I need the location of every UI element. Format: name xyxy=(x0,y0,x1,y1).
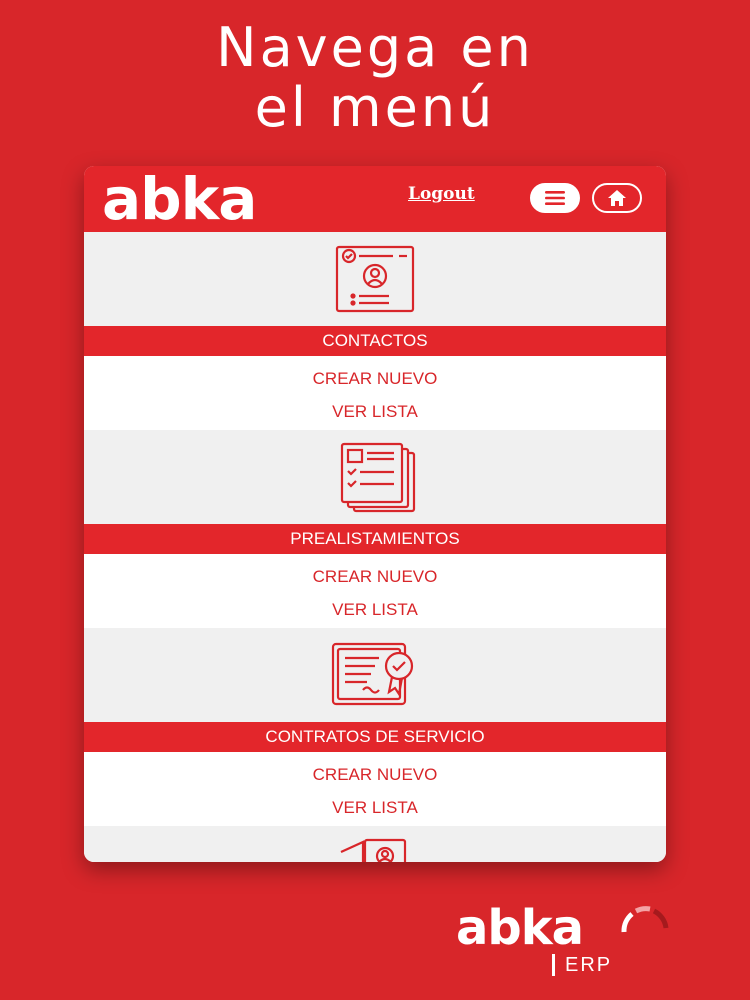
section-icon-band-partial xyxy=(84,826,666,862)
promo-title: Navega en el menú xyxy=(0,18,750,138)
gauge-icon xyxy=(621,906,669,933)
section-icon-band xyxy=(84,628,666,722)
app-logo[interactable]: abka xyxy=(102,168,257,230)
documents-stack-icon xyxy=(340,442,416,513)
app-header: abka Logout xyxy=(84,166,666,232)
menu-button[interactable] xyxy=(530,183,580,213)
create-new-link[interactable]: CREAR NUEVO xyxy=(84,362,666,395)
section-icon-band xyxy=(84,430,666,524)
section-links: CREAR NUEVO VER LISTA xyxy=(84,554,666,628)
menu-list[interactable]: CONTACTOS CREAR NUEVO VER LISTA PREALIST… xyxy=(84,232,666,862)
create-new-link[interactable]: CREAR NUEVO xyxy=(84,560,666,593)
section-icon-band xyxy=(84,232,666,326)
home-button[interactable] xyxy=(592,183,642,213)
create-new-link[interactable]: CREAR NUEVO xyxy=(84,758,666,791)
id-badge-icon xyxy=(340,838,407,862)
phone-screen: abka Logout CONTACTOS CREAR NUEVO VER LI… xyxy=(84,166,666,862)
logout-link[interactable]: Logout xyxy=(408,184,475,204)
brand-logo: abka ERP xyxy=(456,898,686,988)
section-title[interactable]: CONTACTOS xyxy=(84,326,666,356)
home-icon xyxy=(608,190,626,206)
brand-subtitle: ERP xyxy=(552,954,612,976)
section-contratos-de-servicio: CONTRATOS DE SERVICIO CREAR NUEVO VER LI… xyxy=(84,628,666,826)
view-list-link[interactable]: VER LISTA xyxy=(84,791,666,824)
contact-card-icon xyxy=(335,245,415,313)
section-contactos: CONTACTOS CREAR NUEVO VER LISTA xyxy=(84,232,666,430)
view-list-link[interactable]: VER LISTA xyxy=(84,593,666,626)
section-links: CREAR NUEVO VER LISTA xyxy=(84,752,666,826)
section-title[interactable]: CONTRATOS DE SERVICIO xyxy=(84,722,666,752)
view-list-link[interactable]: VER LISTA xyxy=(84,395,666,428)
brand-logo-text: abka xyxy=(456,900,584,956)
promo-title-line2: el menú xyxy=(254,76,496,139)
promo-title-line1: Navega en xyxy=(216,16,534,79)
section-prealistamientos: PREALISTAMIENTOS CREAR NUEVO VER LISTA xyxy=(84,430,666,628)
hamburger-menu-icon xyxy=(545,191,565,205)
certificate-icon xyxy=(331,642,414,706)
section-title[interactable]: PREALISTAMIENTOS xyxy=(84,524,666,554)
section-links: CREAR NUEVO VER LISTA xyxy=(84,356,666,430)
